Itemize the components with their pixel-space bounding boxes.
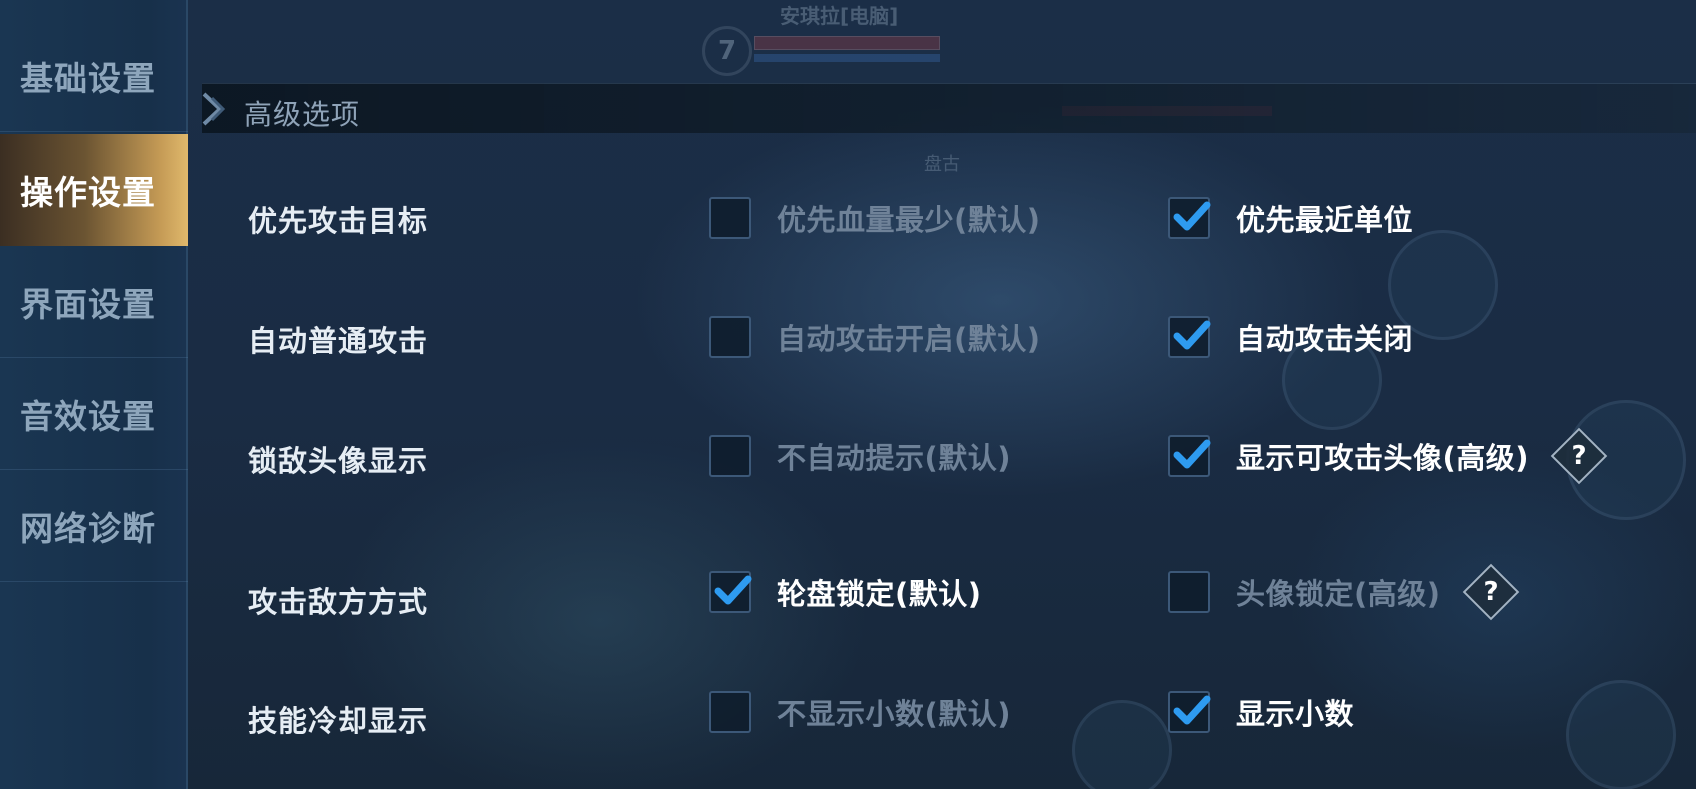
checkmark-icon bbox=[1173, 695, 1211, 725]
sidebar-item-label: 网络诊断 bbox=[20, 508, 156, 548]
sidebar-item-audio[interactable]: 音效设置 bbox=[0, 358, 188, 470]
section-title: 高级选项 bbox=[244, 98, 361, 131]
option-nearest-unit[interactable]: 优先最近单位 bbox=[1168, 196, 1413, 240]
option-label: 显示可攻击头像(高级) bbox=[1236, 441, 1530, 475]
settings-sidebar: 基础设置 操作设置 界面设置 音效设置 网络诊断 bbox=[0, 0, 188, 789]
option-auto-attack-on[interactable]: 自动攻击开启(默认) bbox=[709, 315, 1041, 359]
sidebar-item-controls[interactable]: 操作设置 bbox=[0, 134, 188, 246]
option-label: 优先血量最少(默认) bbox=[777, 203, 1041, 237]
background-health-bar bbox=[754, 36, 940, 50]
option-no-decimal[interactable]: 不显示小数(默认) bbox=[709, 690, 1011, 734]
checkbox[interactable] bbox=[709, 435, 751, 477]
checkbox-checked[interactable] bbox=[1168, 435, 1211, 477]
sidebar-item-label: 操作设置 bbox=[20, 173, 156, 212]
checkbox-checked[interactable] bbox=[1168, 316, 1211, 358]
sidebar-item-basic[interactable]: 基础设置 bbox=[0, 20, 188, 132]
checkbox[interactable] bbox=[1168, 571, 1210, 613]
option-label: 不显示小数(默认) bbox=[777, 697, 1012, 731]
background-skill-circle bbox=[1072, 700, 1172, 789]
checkmark-icon bbox=[1173, 439, 1211, 469]
checkbox[interactable] bbox=[709, 316, 751, 358]
help-icon[interactable]: ? bbox=[1462, 563, 1519, 621]
option-label: 头像锁定(高级) bbox=[1236, 577, 1441, 611]
checkmark-icon bbox=[1173, 201, 1211, 231]
checkmark-icon bbox=[714, 575, 752, 605]
option-label: 不自动提示(默认) bbox=[777, 441, 1012, 475]
option-show-decimal[interactable]: 显示小数 bbox=[1168, 690, 1354, 734]
option-label: 优先最近单位 bbox=[1236, 203, 1414, 237]
option-auto-attack-off[interactable]: 自动攻击关闭 bbox=[1168, 315, 1413, 359]
background-level-badge: 7 bbox=[702, 26, 752, 76]
sidebar-item-label: 音效设置 bbox=[20, 396, 156, 436]
row-label-cooldown-display: 技能冷却显示 bbox=[248, 704, 429, 738]
section-header: 高级选项 bbox=[202, 83, 1696, 133]
checkbox-checked[interactable] bbox=[1168, 197, 1211, 239]
help-icon[interactable]: ? bbox=[1550, 427, 1608, 485]
row-label-lock-avatar: 锁敌头像显示 bbox=[248, 444, 429, 478]
option-show-attackable-avatar[interactable]: 显示可攻击头像(高级) ? bbox=[1168, 427, 1608, 485]
row-label-target-priority: 优先攻击目标 bbox=[248, 204, 429, 238]
row-label-attack-mode: 攻击敌方方式 bbox=[248, 585, 429, 619]
background-player-name: 安琪拉[电脑] bbox=[780, 4, 899, 28]
background-mana-bar bbox=[754, 54, 940, 62]
sidebar-item-label: 界面设置 bbox=[20, 284, 156, 324]
chevron-right-icon bbox=[202, 92, 226, 126]
checkmark-icon bbox=[1173, 320, 1211, 350]
checkbox-checked[interactable] bbox=[1168, 691, 1211, 733]
option-wheel-lock[interactable]: 轮盘锁定(默认) bbox=[709, 570, 982, 614]
option-avatar-lock[interactable]: 头像锁定(高级) ? bbox=[1168, 563, 1519, 621]
option-label: 自动攻击关闭 bbox=[1236, 322, 1414, 356]
help-icon-glyph: ? bbox=[1482, 577, 1499, 607]
background-skill-circle bbox=[1566, 680, 1676, 789]
option-no-auto-hint[interactable]: 不自动提示(默认) bbox=[709, 434, 1011, 478]
sidebar-item-network[interactable]: 网络诊断 bbox=[0, 470, 188, 582]
sidebar-item-interface[interactable]: 界面设置 bbox=[0, 246, 188, 358]
checkbox-checked[interactable] bbox=[709, 571, 752, 613]
checkbox[interactable] bbox=[709, 197, 751, 239]
option-label: 轮盘锁定(默认) bbox=[777, 577, 982, 611]
checkbox[interactable] bbox=[709, 691, 751, 733]
background-enemy-name: 盘古 bbox=[924, 154, 960, 175]
option-label: 自动攻击开启(默认) bbox=[777, 322, 1041, 356]
settings-screen: 安琪拉[电脑] 7 盘古 基础设置 操作设置 界面设置 音效设置 网络诊断 高级… bbox=[0, 0, 1696, 789]
sidebar-item-label: 基础设置 bbox=[20, 58, 156, 98]
option-lowest-hp[interactable]: 优先血量最少(默认) bbox=[709, 196, 1041, 240]
help-icon-glyph: ? bbox=[1571, 441, 1587, 471]
row-label-auto-attack: 自动普通攻击 bbox=[248, 324, 429, 358]
option-label: 显示小数 bbox=[1236, 697, 1355, 731]
